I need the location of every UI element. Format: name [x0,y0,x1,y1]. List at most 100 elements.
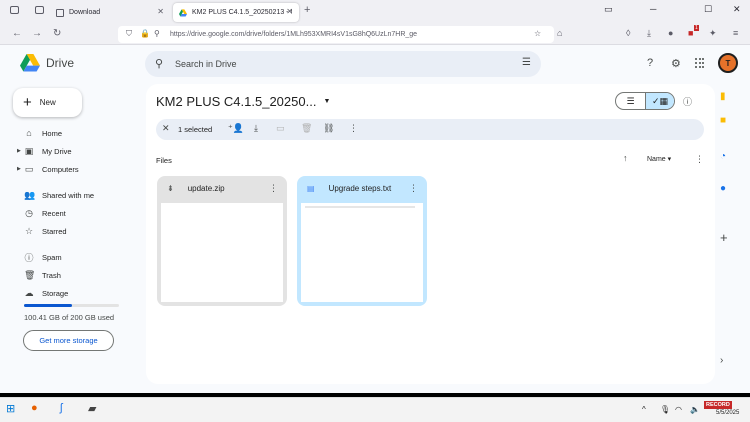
more-options-icon[interactable]: ⋮ [695,154,704,165]
sidebar-item-starred[interactable]: ☆ Starred [0,223,67,239]
info-icon[interactable]: ⓘ [683,95,692,108]
wifi-icon[interactable]: ◠ [675,405,682,414]
apps-grid-icon[interactable] [695,58,705,68]
bookmark-star-icon[interactable]: ☆ [534,29,541,38]
sidebar-item-my-drive[interactable]: ▶ ▣ My Drive [0,143,72,159]
sidebar-toggle-icon[interactable] [35,6,44,14]
tab-label: Download [69,9,101,16]
browser-chrome: Download ✕ KM2 PLUS C4.1.5_20250213 - G … [0,0,750,45]
search-options-icon[interactable]: ☰ [522,57,531,68]
selection-count: 1 selected [178,125,213,134]
tasks-icon[interactable]: ◔ [720,151,726,162]
storage-progress-fill [24,304,72,307]
search-input[interactable]: Search in Drive [175,59,237,69]
close-tab-icon[interactable]: ✕ [157,7,164,16]
avatar[interactable]: T [718,53,738,73]
shield-icon[interactable]: ⛉ [126,29,132,39]
section-label: Files [156,156,172,165]
firefox-icon[interactable]: ● [31,402,38,414]
sort-direction-icon[interactable]: ↑ [623,153,628,163]
close-window-icon[interactable]: ✕ [733,4,741,15]
more-actions-icon[interactable]: ⋮ [349,123,358,134]
taskbar-date[interactable]: 5/5/2025 [716,410,739,416]
sidebar-item-home[interactable]: ⌂ Home [0,125,62,141]
tab-manager-icon[interactable] [10,6,19,14]
url-text: https://drive.google.com/drive/folders/1… [170,31,418,38]
volume-icon[interactable]: 🔈 [690,405,700,414]
minimize-icon[interactable]: ─ [650,4,656,14]
sidebar-item-label: Starred [42,226,67,236]
close-tab-icon[interactable]: ✕ [286,7,293,16]
reload-icon[interactable]: ↻ [53,28,61,39]
view-toggle[interactable]: ☰ ✓▦ [615,92,675,110]
drive-logo[interactable]: Drive [20,54,74,72]
app-icon[interactable]: ʃ [60,402,62,414]
back-icon[interactable]: ← [12,28,22,39]
help-icon[interactable]: ? [647,57,653,69]
extension-icon[interactable]: ● [668,28,673,38]
tab-download[interactable]: Download ✕ [50,3,170,22]
drive-page: Drive ⚲ Search in Drive ☰ ? ⚙ T + New ⌂ … [0,45,750,393]
share-icon[interactable]: ⁺👤 [228,123,244,134]
chevron-down-icon: ▼ [323,98,331,105]
chevron-right-icon[interactable]: › [720,355,723,366]
sidebar-item-recent[interactable]: ◷ Recent [0,205,66,221]
sidebar-item-trash[interactable]: 🗑 Trash [0,267,61,283]
calendar-icon[interactable]: ■ [720,115,726,126]
cloud-icon: ☁ [24,287,34,298]
url-bar[interactable]: ⛉ 🔒 ⚲ https://drive.google.com/drive/fol… [118,26,554,43]
expand-caret-icon[interactable]: ▶ [17,166,21,172]
file-thumbnail[interactable] [161,203,283,302]
file-more-icon[interactable]: ⋮ [409,183,418,194]
storage-progress-bar [24,304,119,307]
folder-title-text: KM2 PLUS C4.1.5_20250... [156,94,317,109]
spam-icon: ⓘ [24,252,34,263]
menu-icon[interactable]: ≡ [733,28,738,38]
settings-gear-icon[interactable]: ⚙ [671,57,681,70]
microphone-icon[interactable]: 🎙 [660,405,670,414]
search-icon[interactable]: ⚲ [155,57,163,70]
usb-app-icon[interactable]: ▰ [88,402,96,415]
home-button-icon[interactable]: ⌂ [557,28,562,38]
drive-favicon-icon [179,8,187,16]
sidebar-item-spam[interactable]: ⓘ Spam [0,249,61,265]
file-more-icon[interactable]: ⋮ [269,183,278,194]
grid-view-icon[interactable]: ✓▦ [644,93,674,109]
shared-icon: 👥 [24,189,36,200]
clear-selection-icon[interactable]: ✕ [162,123,170,134]
folder-title[interactable]: KM2 PLUS C4.1.5_20250... ▼ [156,94,330,109]
windows-start-icon[interactable]: ⊞ [6,402,15,415]
new-tab-icon[interactable]: + [304,4,310,16]
file-thumbnail[interactable] [301,203,423,302]
extensions-icon[interactable]: ✦ [709,28,717,39]
sidebar-item-shared[interactable]: 👥 Shared with me [0,187,94,203]
file-card-upgrade-steps[interactable]: ▤ Upgrade steps.txt ⋮ [297,176,427,306]
permissions-icon[interactable]: ⚲ [154,29,160,38]
downloads-icon[interactable]: ⤓ [647,28,651,39]
list-all-tabs-icon[interactable]: ▭ [604,4,613,15]
extension-badge-icon[interactable]: ■ [688,28,693,38]
download-icon[interactable]: ⤓ [254,123,258,134]
tab-drive[interactable]: KM2 PLUS C4.1.5_20250213 - G ✕ [173,3,299,22]
pocket-icon[interactable]: ◊ [626,28,630,38]
search-bar[interactable]: ⚲ Search in Drive ☰ [145,51,541,77]
computers-icon: ▭ [24,163,34,174]
add-addon-icon[interactable]: + [720,230,728,245]
sidebar-item-computers[interactable]: ▶ ▭ Computers [0,161,79,177]
expand-caret-icon[interactable]: ▶ [17,148,21,154]
sidebar-item-storage[interactable]: ☁ Storage [0,285,69,301]
get-more-storage-button[interactable]: Get more storage [23,330,114,351]
copy-link-icon[interactable]: ⛓ [323,123,334,134]
new-button[interactable]: + New [13,88,82,117]
main-content: KM2 PLUS C4.1.5_20250... ▼ ☰ ✓▦ ⓘ ✕ 1 se… [146,84,715,384]
maximize-icon[interactable]: ☐ [704,4,712,15]
contacts-icon[interactable]: ● [720,183,726,194]
file-card-update-zip[interactable]: ⇟ update.zip ⋮ [157,176,287,306]
tray-chevron-icon[interactable]: ^ [642,405,646,414]
keep-icon[interactable]: ▮ [720,91,726,102]
sort-by-name[interactable]: Name ▾ [647,155,671,163]
forward-icon[interactable]: → [32,28,42,39]
sidebar-item-label: Shared with me [42,190,95,200]
lock-icon[interactable]: 🔒 [140,29,150,38]
list-view-icon[interactable]: ☰ [616,93,645,109]
